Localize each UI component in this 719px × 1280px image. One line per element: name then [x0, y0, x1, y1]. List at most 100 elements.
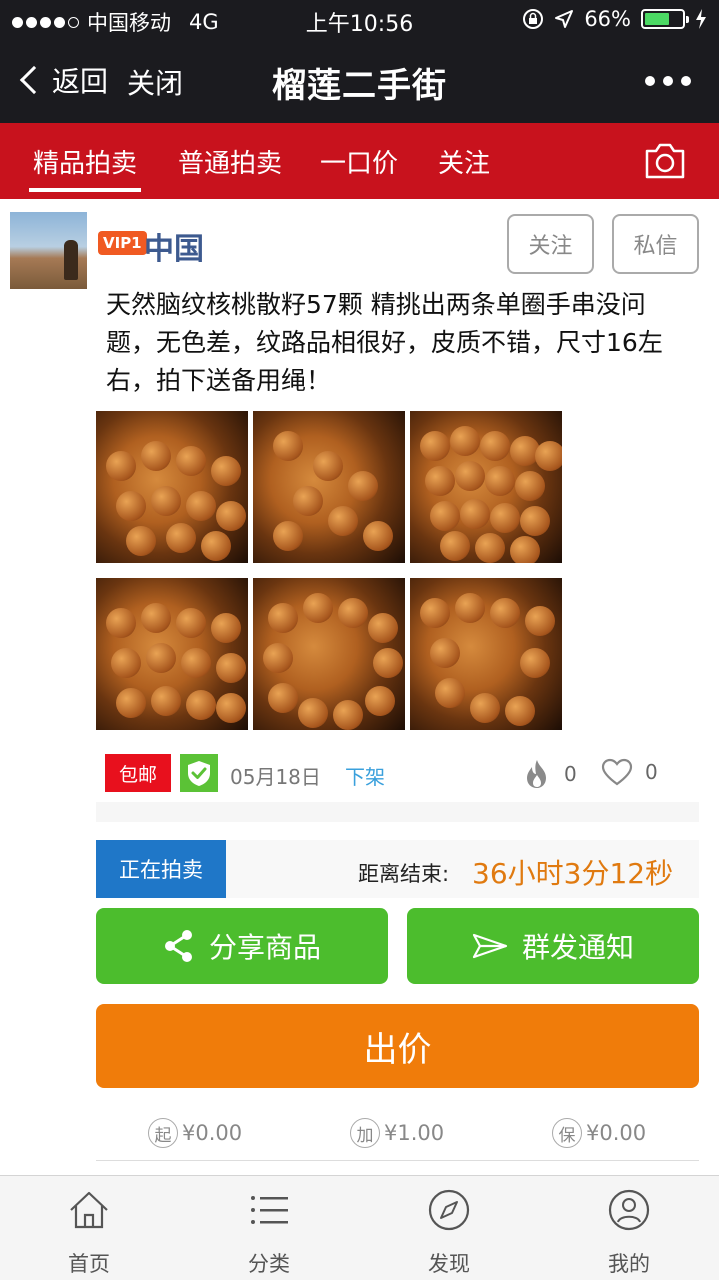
bead-decoration [455, 461, 485, 491]
bead-decoration [303, 593, 333, 623]
more-menu-button[interactable] [645, 76, 691, 86]
bead-decoration [363, 521, 393, 551]
bead-decoration [141, 603, 171, 633]
bottom-tab-mine[interactable]: 我的 [569, 1176, 689, 1280]
tab-fixed-price[interactable]: 一口价 [320, 143, 398, 180]
message-button[interactable]: 私信 [612, 214, 699, 274]
notify-button[interactable]: 群发通知 [407, 908, 699, 984]
bottom-tab-label: 我的 [608, 1252, 650, 1276]
product-photo[interactable] [96, 411, 248, 563]
bead-decoration [470, 693, 500, 723]
bead-decoration [151, 486, 181, 516]
bead-decoration [475, 533, 505, 563]
bead-decoration [420, 431, 450, 461]
product-photo[interactable] [96, 578, 248, 730]
bead-decoration [176, 446, 206, 476]
bead-decoration [211, 456, 241, 486]
bead-decoration [176, 608, 206, 638]
send-icon [472, 933, 508, 959]
battery-icon [641, 9, 689, 29]
tab-premium-auction[interactable]: 精品拍卖 [28, 143, 142, 192]
like-stat[interactable]: 0 [601, 758, 658, 786]
share-icon [164, 930, 192, 962]
camera-icon[interactable] [643, 141, 687, 181]
bead-decoration [268, 603, 298, 633]
bead-decoration [298, 698, 328, 728]
bead-decoration [338, 598, 368, 628]
bead-decoration [328, 506, 358, 536]
countdown-timer: 36小时3分12秒 [472, 857, 674, 890]
username[interactable]: 中国 [144, 224, 204, 268]
bead-decoration [515, 471, 545, 501]
nav-bar: 返回 关闭 榴莲二手街 [0, 40, 719, 123]
tab-following[interactable]: 关注 [438, 143, 490, 180]
increment-price: 加 ¥1.00 [350, 1118, 444, 1148]
offline-link[interactable]: 下架 [345, 761, 385, 790]
bead-decoration [116, 688, 146, 718]
bead-decoration [425, 466, 455, 496]
product-photo[interactable] [410, 578, 562, 730]
heart-icon [601, 758, 633, 786]
avatar[interactable] [10, 212, 87, 289]
bead-decoration [430, 501, 460, 531]
page-title: 榴莲二手街 [272, 66, 447, 106]
follow-button[interactable]: 关注 [507, 214, 594, 274]
start-price-value: ¥0.00 [182, 1121, 243, 1145]
bead-decoration [485, 466, 515, 496]
bid-button[interactable]: 出价 [96, 1004, 699, 1088]
deposit-value: ¥0.00 [586, 1121, 647, 1145]
compass-icon [428, 1189, 470, 1231]
bead-decoration [216, 501, 246, 531]
bottom-tab-discover[interactable]: 发现 [389, 1176, 509, 1280]
free-shipping-badge: 包邮 [105, 754, 171, 792]
product-photo[interactable] [253, 411, 405, 563]
bead-decoration [460, 499, 490, 529]
tab-normal-auction[interactable]: 普通拍卖 [178, 143, 282, 180]
bead-decoration [273, 521, 303, 551]
bead-decoration [201, 531, 231, 561]
bead-decoration [480, 431, 510, 461]
bead-decoration [348, 471, 378, 501]
bead-decoration [186, 690, 216, 720]
bead-decoration [293, 486, 323, 516]
product-photo[interactable] [410, 411, 562, 563]
product-photo[interactable] [253, 578, 405, 730]
list-icon [251, 1196, 288, 1224]
top-bar: 中国移动 4G 上午10:56 66% 返回 关闭 榴莲二手街 [0, 0, 719, 123]
bead-decoration [505, 696, 535, 726]
bead-decoration [420, 598, 450, 628]
bead-decoration [273, 431, 303, 461]
lock-rotation-icon [523, 9, 544, 29]
bead-decoration [450, 426, 480, 456]
bead-decoration [268, 683, 298, 713]
bottom-tab-category[interactable]: 分类 [209, 1176, 329, 1280]
vip-badge: VIP1 [98, 231, 147, 255]
bead-decoration [111, 648, 141, 678]
share-button[interactable]: 分享商品 [96, 908, 388, 984]
bead-decoration [490, 503, 520, 533]
charging-icon [696, 9, 706, 29]
more-dot [681, 76, 691, 86]
bead-decoration [216, 653, 246, 683]
bottom-tab-home[interactable]: 首页 [29, 1176, 149, 1280]
deposit-icon: 保 [552, 1118, 582, 1148]
increment-value: ¥1.00 [384, 1121, 445, 1145]
bead-decoration [535, 441, 562, 471]
bead-decoration [263, 643, 293, 673]
bead-decoration [106, 451, 136, 481]
bottom-tab-bar: 首页 分类 发现 我的 [0, 1175, 719, 1280]
bead-decoration [435, 678, 465, 708]
hot-stat[interactable]: 0 [522, 758, 577, 790]
bead-decoration [211, 613, 241, 643]
like-count: 0 [645, 760, 658, 784]
more-dot [645, 76, 655, 86]
battery-percent: 66% [584, 7, 631, 31]
location-icon [555, 10, 574, 28]
increment-icon: 加 [350, 1118, 380, 1148]
bottom-tab-label: 发现 [428, 1252, 470, 1276]
bead-decoration [216, 693, 246, 723]
bead-decoration [181, 648, 211, 678]
post-date: 05月18日 [230, 765, 321, 789]
verified-shield-icon [180, 754, 218, 792]
post-divider [96, 1160, 699, 1161]
